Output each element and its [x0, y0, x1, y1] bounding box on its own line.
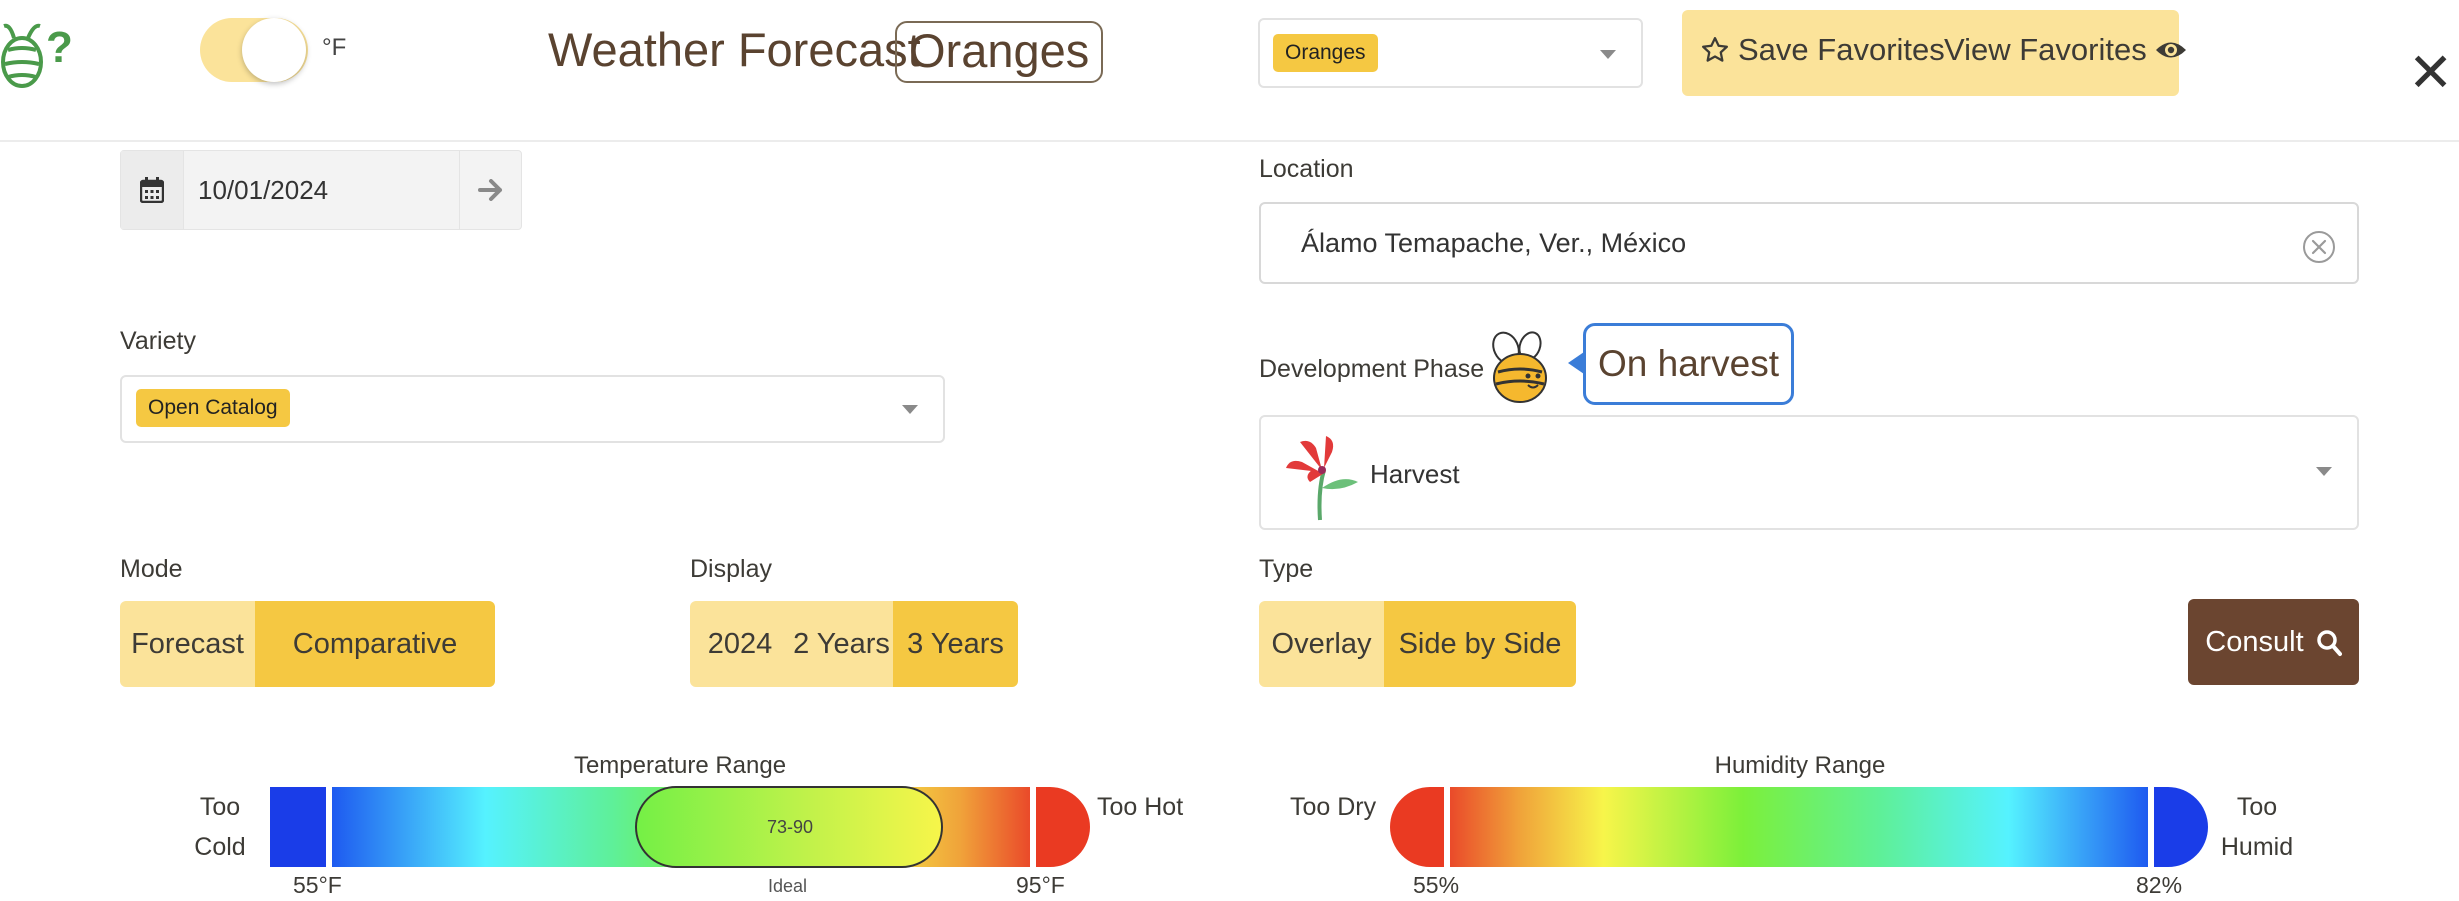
location-label: Location [1259, 155, 1354, 183]
arrow-right-icon [478, 179, 502, 201]
flower-harvest-icon [1286, 436, 1358, 521]
variety-label: Variety [120, 327, 196, 355]
unit-label: °F [322, 34, 347, 61]
save-favorites-button[interactable]: Save Favorites [1700, 32, 1945, 68]
view-favorites-label: View Favorites [1944, 32, 2147, 67]
mode-option-forecast[interactable]: Forecast [120, 601, 255, 687]
temperature-range-title: Temperature Range [573, 752, 787, 779]
display-option-2024[interactable]: 2024 [690, 601, 790, 687]
too-cold-segment [270, 787, 326, 867]
speech-bubble-tail [1568, 352, 1584, 374]
search-icon [2316, 630, 2342, 657]
too-hot-label: Too Hot [1097, 793, 1184, 821]
chevron-down-icon[interactable] [902, 405, 918, 414]
too-humid-label: Too Humid [2212, 787, 2302, 867]
date-next-button[interactable] [460, 151, 521, 229]
too-cold-label-line2: Cold [194, 833, 246, 861]
chevron-down-icon[interactable] [2316, 467, 2332, 476]
bee-help-logo-icon[interactable]: ? [0, 10, 78, 92]
mode-option-comparative[interactable]: Comparative [255, 601, 495, 687]
crop-title-badge: Oranges [895, 21, 1104, 83]
unit-toggle-knob[interactable] [242, 18, 306, 82]
consult-label: Consult [2205, 626, 2304, 658]
too-dry-segment [1390, 787, 1444, 867]
svg-text:?: ? [46, 23, 73, 72]
phase-status-bubble: On harvest [1583, 323, 1794, 405]
crop-select-value: Oranges [1273, 34, 1378, 72]
temperature-min-tick: 55°F [293, 872, 342, 898]
date-input[interactable]: 10/01/2024 [183, 151, 460, 229]
too-humid-label-line2: Humid [2220, 833, 2294, 861]
star-icon [1702, 37, 1728, 62]
variety-select-value: Open Catalog [136, 389, 290, 427]
development-phase-label: Development Phase [1259, 355, 1485, 383]
display-option-2-years[interactable]: 2 Years [790, 601, 893, 687]
humidity-gradient [1450, 787, 2148, 867]
clear-circle-icon[interactable] [2302, 230, 2336, 264]
humidity-gauge-bar [1390, 787, 2208, 867]
too-humid-label-line1: Too [2236, 793, 2278, 821]
too-cold-label-line1: Too [199, 793, 241, 821]
development-phase-value: Harvest [1370, 459, 1460, 489]
location-input[interactable]: Álamo Temapache, Ver., México [1259, 202, 2359, 284]
humidity-max-tick: 82% [2136, 872, 2183, 898]
too-humid-segment [2154, 787, 2208, 867]
too-cold-label: Too Cold [175, 787, 265, 867]
too-dry-label: Too Dry [1290, 793, 1377, 821]
calendar-button[interactable] [121, 151, 183, 229]
ideal-range-value: 73-90 [766, 817, 814, 837]
mode-label: Mode [120, 555, 183, 583]
too-hot-segment [1036, 787, 1090, 867]
consult-button[interactable]: Consult [2188, 599, 2359, 685]
type-option-overlay[interactable]: Overlay [1259, 601, 1384, 687]
temperature-max-tick: 95°F [1016, 872, 1065, 898]
eye-icon [2155, 42, 2186, 58]
humidity-range-title: Humidity Range [1714, 752, 1886, 779]
save-favorites-label: Save Favorites [1738, 32, 1945, 67]
close-button[interactable]: ✕ [2408, 46, 2453, 100]
view-favorites-button[interactable]: View Favorites [1944, 32, 2187, 68]
bee-mascot-icon [1492, 331, 1547, 403]
humidity-min-tick: 55% [1413, 872, 1460, 898]
temperature-gauge-bar [270, 786, 1090, 868]
display-label: Display [690, 555, 772, 583]
type-label: Type [1259, 555, 1314, 583]
page-title: Weather Forecast [548, 23, 921, 76]
calendar-icon [140, 177, 164, 203]
display-option-3-years[interactable]: 3 Years [893, 601, 1018, 687]
chevron-down-icon[interactable] [1600, 50, 1616, 59]
ideal-label: Ideal [768, 876, 808, 896]
type-option-side-by-side[interactable]: Side by Side [1384, 601, 1576, 687]
